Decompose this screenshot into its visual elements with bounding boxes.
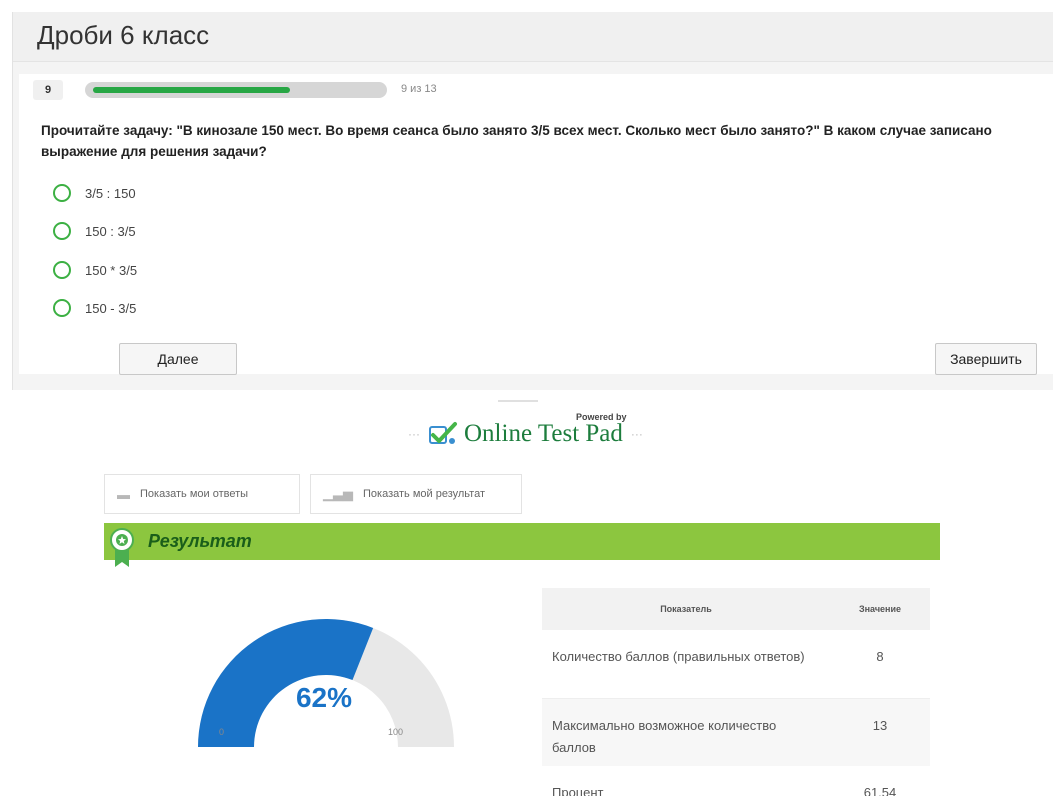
progress-text: 9 из 13 bbox=[401, 83, 437, 95]
radio-button[interactable] bbox=[53, 184, 71, 202]
results-table: Показатель Значение Количество баллов (п… bbox=[542, 588, 930, 796]
finish-button[interactable]: Завершить bbox=[935, 343, 1037, 375]
answer-label: 150 * 3/5 bbox=[85, 262, 138, 278]
radio-button[interactable] bbox=[53, 299, 71, 317]
table-header-indicator: Показатель bbox=[542, 588, 830, 630]
brand-logo-link[interactable]: ··· Online Test Pad ··· bbox=[400, 420, 651, 448]
answer-label: 3/5 : 150 bbox=[85, 185, 136, 201]
answer-option-2[interactable]: 150 : 3/5 bbox=[53, 222, 136, 240]
table-cell-name: Максимально возможное количество баллов bbox=[542, 698, 830, 766]
table-cell-value: 61.54 bbox=[830, 766, 930, 796]
brand-name: Online Test Pad bbox=[464, 420, 623, 447]
test-title: Дроби 6 класс bbox=[37, 20, 210, 50]
show-answers-label: Показать мои ответы bbox=[140, 488, 249, 500]
answer-option-3[interactable]: 150 * 3/5 bbox=[53, 261, 137, 279]
checkmark-logo-icon bbox=[429, 422, 457, 444]
test-body: 9 9 из 13 Прочитайте задачу: "В кинозале… bbox=[19, 74, 1053, 375]
table-row: Процент 61.54 bbox=[542, 766, 930, 796]
answer-option-4[interactable]: 150 - 3/5 bbox=[53, 299, 136, 317]
progress-bar-fill bbox=[93, 87, 290, 93]
table-header-row: Показатель Значение bbox=[542, 588, 930, 630]
brand-dots-right: ··· bbox=[630, 427, 643, 441]
gauge-max-label: 100 bbox=[388, 727, 404, 737]
gauge-percentage: 62% bbox=[295, 682, 353, 713]
table-cell-value: 8 bbox=[830, 630, 930, 699]
next-button[interactable]: Далее bbox=[119, 343, 237, 375]
question-number-badge: 9 bbox=[33, 80, 63, 100]
table-row: Максимально возможное количество баллов … bbox=[542, 698, 930, 766]
bar-chart-icon: ▁▃▅ bbox=[323, 486, 353, 501]
brand-dots-left: ··· bbox=[408, 427, 420, 441]
table-cell-value: 13 bbox=[830, 698, 930, 766]
question-text: Прочитайте задачу: "В кинозале 150 мест.… bbox=[41, 123, 992, 159]
table-cell-name: Процент bbox=[542, 766, 830, 796]
progress-bar bbox=[85, 82, 387, 98]
answer-option-1[interactable]: 3/5 : 150 bbox=[53, 184, 136, 202]
table-row: Количество баллов (правильных ответов) 8 bbox=[542, 630, 930, 699]
radio-button[interactable] bbox=[53, 222, 71, 240]
result-header-bar: Результат bbox=[104, 523, 940, 567]
gauge-min-label: 0 bbox=[219, 727, 225, 737]
divider bbox=[498, 400, 538, 402]
page: Дроби 6 класс 9 9 из 13 Прочитайте задач… bbox=[0, 0, 1053, 796]
result-title: Результат bbox=[148, 531, 252, 551]
show-result-label: Показать мой результат bbox=[363, 488, 485, 500]
award-badge-icon bbox=[110, 528, 134, 567]
answer-label: 150 - 3/5 bbox=[85, 300, 137, 316]
comment-icon: ▬ bbox=[117, 486, 130, 502]
radio-button[interactable] bbox=[53, 261, 71, 279]
table-cell-name: Количество баллов (правильных ответов) bbox=[542, 630, 830, 699]
show-answers-button[interactable]: ▬ Показать мои ответы bbox=[104, 474, 300, 514]
table-header-value: Значение bbox=[830, 588, 930, 630]
answer-label: 150 : 3/5 bbox=[85, 223, 136, 239]
test-header: Дроби 6 класс bbox=[13, 12, 1053, 62]
show-result-button[interactable]: ▁▃▅ Показать мой результат bbox=[310, 474, 522, 514]
test-panel: Дроби 6 класс 9 9 из 13 Прочитайте задач… bbox=[12, 12, 1053, 390]
